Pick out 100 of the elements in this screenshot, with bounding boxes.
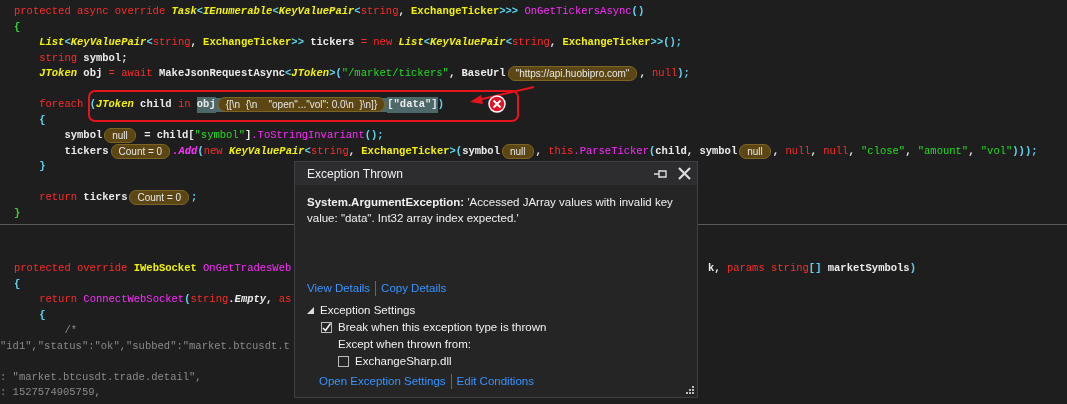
code-text: , <box>848 143 856 159</box>
datatip-value[interactable]: Count = 0 <box>110 143 171 159</box>
code-text: "symbol" <box>194 128 245 143</box>
code-text: ( <box>184 292 191 307</box>
code-text: ))); <box>1012 143 1038 159</box>
datatip-value[interactable]: null <box>501 143 534 159</box>
code-text: [] <box>808 261 823 276</box>
link[interactable]: Edit Conditions <box>456 374 534 389</box>
checkbox-label: Break when this exception type is thrown <box>338 320 547 335</box>
code-text: this <box>548 143 574 159</box>
code-text: < <box>196 4 204 19</box>
code-text: () <box>631 4 645 19</box>
code-text: KeyValuePair <box>278 4 355 19</box>
code-text: ConnectWebSocket <box>83 292 185 307</box>
code-text: marketSymbols <box>827 261 910 276</box>
code-text: < <box>272 4 279 19</box>
popup-title: Exception Thrown <box>307 166 404 181</box>
resize-grip-icon[interactable] <box>684 386 694 396</box>
code-text: ) <box>437 97 444 112</box>
code-text: ); <box>677 66 690 81</box>
code-text: params string <box>726 261 809 276</box>
code-text: ) <box>909 261 916 276</box>
code-text: ExchangeTicker <box>562 35 651 50</box>
code-text: return <box>39 190 79 205</box>
link[interactable]: Copy Details <box>381 281 447 296</box>
checkbox[interactable] <box>338 356 349 367</box>
error-icon <box>488 95 506 113</box>
code-text: string <box>360 4 399 19</box>
code-text: null <box>823 143 849 159</box>
code-text: tickers <box>64 143 109 159</box>
code-text: = await <box>108 66 154 81</box>
code-text: , BaseUrl <box>448 66 506 81</box>
link[interactable]: View Details <box>307 281 371 296</box>
datatip-value[interactable]: null <box>739 143 771 159</box>
code-text: , <box>968 143 976 159</box>
code-text: , <box>905 143 913 159</box>
code-text: "vol" <box>980 143 1013 159</box>
code-text: >( <box>329 66 342 81</box>
code-text: < <box>304 143 311 159</box>
close-icon[interactable] <box>678 167 691 180</box>
section-heading: Exception Settings <box>320 303 416 318</box>
code-text: (); <box>364 128 384 143</box>
code-text: protected override <box>14 261 129 276</box>
code-text: Empty <box>234 292 267 307</box>
code-text: >>> <box>499 4 520 19</box>
code-text: tickers <box>83 190 128 205</box>
code-text: : "market.btcusdt.trade.detail", <box>0 369 202 385</box>
code-text: child <box>140 97 173 112</box>
code-text: , <box>639 66 647 81</box>
code-text: , <box>266 292 274 307</box>
code-text: JToken <box>39 66 78 81</box>
code-text: OnGetTradesWeb <box>203 261 292 276</box>
code-text: OnGetTickersAsync <box>524 4 632 19</box>
code-text: "/market/tickers" <box>341 66 449 81</box>
code-text: .Add <box>172 143 198 159</box>
except-label: Except when thrown from: <box>337 337 472 352</box>
code-text: { <box>39 307 46 323</box>
code-text: string <box>511 35 550 50</box>
code-text: IWebSocket <box>133 261 198 276</box>
code-text: KeyValuePair <box>430 35 506 50</box>
code-text: /* <box>64 323 78 338</box>
code-text: Task <box>171 4 197 19</box>
code-text: ExchangeTicker <box>411 4 500 19</box>
code-text: } <box>14 205 21 221</box>
code-text: ExchangeTicker <box>361 143 450 159</box>
datatip-value[interactable]: "https://api.huobipro.com" <box>507 66 638 82</box>
code-text: , <box>348 143 356 159</box>
code-text: .ParseTicker <box>573 143 649 159</box>
checkbox[interactable] <box>321 322 332 333</box>
code-text: "close" <box>861 143 906 159</box>
code-text: null <box>785 143 811 159</box>
code-text: { <box>14 19 21 35</box>
datatip-value[interactable]: Count = 0 <box>129 190 190 206</box>
code-text: tickers <box>310 35 356 50</box>
code-text: ExchangeTicker <box>203 35 292 50</box>
code-text: child, symbol <box>655 143 738 159</box>
code-text: obj <box>196 97 216 113</box>
code-text: >> <box>291 35 304 50</box>
code-text: .ToStringInvariant <box>251 128 365 143</box>
code-text: ["data"] <box>387 97 438 113</box>
code-text: < <box>354 4 361 19</box>
datatip-value[interactable]: null <box>104 128 136 144</box>
code-text: . <box>228 292 235 307</box>
code-text: as <box>278 292 292 307</box>
code-text: >( <box>449 143 463 159</box>
code-text: string <box>310 143 349 159</box>
code-text: List <box>398 35 424 50</box>
pin-icon[interactable] <box>654 168 668 179</box>
code-text: , <box>535 143 543 159</box>
code-text: string <box>152 35 191 50</box>
checkbox-label: ExchangeSharp.dll <box>355 354 452 369</box>
link[interactable]: Open Exception Settings <box>319 374 446 389</box>
code-text: ; <box>191 190 198 205</box>
code-text: string <box>39 50 78 66</box>
code-text: k, <box>708 261 722 276</box>
code-text: : 1527574905759, <box>0 385 101 400</box>
datatip-value[interactable]: {[\n {\n "open"..."vol": 0.0\n }\n]} <box>217 97 386 113</box>
code-text: protected async override <box>14 4 167 19</box>
code-text: = child[ <box>144 128 195 143</box>
annotation-arrow <box>470 86 535 104</box>
